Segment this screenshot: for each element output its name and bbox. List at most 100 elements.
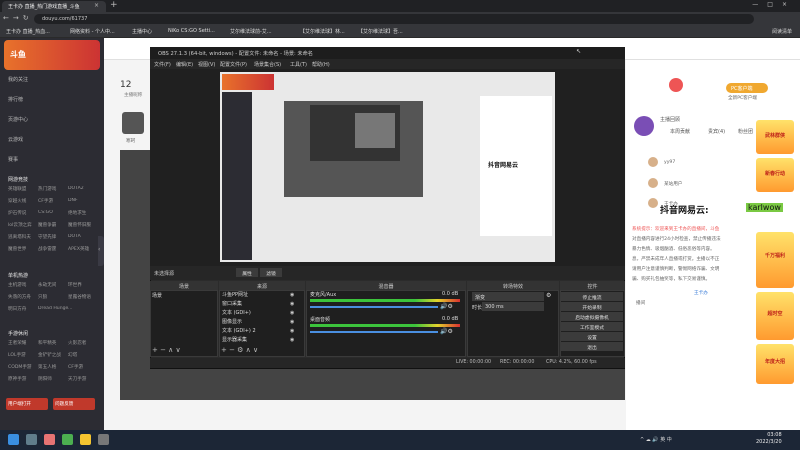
bookmark-item[interactable]: NiKo CS:GO Setti...	[168, 28, 215, 34]
scenes-toolbar[interactable]: + − ∧ ∨	[152, 346, 181, 356]
category-link[interactable]: 王者荣耀	[8, 340, 38, 346]
category-link[interactable]: 失落的方舟	[8, 294, 38, 300]
start-recording-button[interactable]: 开始录制	[561, 302, 623, 311]
category-link[interactable]: 魔兽怀旧服	[68, 222, 98, 228]
sidebar-item-esports[interactable]: 赛事	[8, 156, 18, 163]
eye-icon[interactable]: ◉ ◉ ◉ ◉ ◉ ◉	[290, 291, 294, 345]
category-link[interactable]: DOTA2	[68, 186, 98, 191]
category-link[interactable]: CF手游	[68, 364, 98, 370]
close-tab-icon[interactable]: ×	[94, 2, 99, 9]
pc-client-button[interactable]: PC客户端	[726, 83, 768, 93]
category-link[interactable]: 热门游戏	[38, 186, 68, 192]
sidebar-item-cloudgame[interactable]: 云游戏	[8, 136, 23, 143]
window-controls[interactable]: —□×	[752, 1, 796, 8]
category-link[interactable]: 逃离塔科夫	[8, 234, 38, 240]
obs-icon[interactable]	[98, 434, 109, 445]
category-link[interactable]: ...	[68, 306, 98, 311]
avatar[interactable]	[122, 112, 144, 134]
speaker-icon[interactable]: 🔊⚙	[440, 303, 453, 310]
category-link[interactable]: 守望先锋	[38, 234, 68, 240]
app-icon[interactable]	[62, 434, 73, 445]
rank-user[interactable]: 某站用户	[664, 181, 682, 187]
ad-banner[interactable]: 武林群侠	[756, 120, 794, 154]
volume-slider[interactable]	[310, 306, 438, 308]
bookmark-item[interactable]: 网络资料 - 个人中...	[70, 28, 115, 35]
source-item[interactable]: 文本 (GDI+)	[222, 309, 251, 318]
category-link[interactable]: lol云顶之弈	[8, 222, 38, 228]
tab-review[interactable]: 主播回顾	[660, 116, 680, 123]
menu-scene-collection[interactable]: 场景集合(S)	[254, 61, 281, 68]
steam-icon[interactable]	[26, 434, 37, 445]
chat-user[interactable]: 王卡办	[694, 290, 708, 296]
category-link[interactable]: 环世界	[68, 282, 98, 288]
category-link[interactable]: APEX英雄	[68, 246, 98, 252]
system-tray[interactable]: ^ ☁ 🔊 英 中	[640, 436, 672, 443]
gear-icon[interactable]: ⚙	[546, 292, 551, 299]
category-link[interactable]: 主机游戏	[8, 282, 38, 288]
studio-mode-button[interactable]: 工作室模式	[561, 322, 623, 331]
sidebar-item-follow[interactable]: 我的关注	[8, 76, 28, 83]
category-link[interactable]: 英雄联盟	[8, 186, 38, 192]
virtual-camera-button[interactable]: 启动虚拟摄像机	[561, 312, 623, 321]
scene-item[interactable]: 场景	[152, 292, 162, 301]
menu-tools[interactable]: 工具(T)	[290, 61, 307, 68]
clock[interactable]: 03:08 2022/3/20	[756, 432, 782, 446]
windows-start-icon[interactable]	[8, 434, 19, 445]
client-open-button[interactable]: 用户端打开	[6, 398, 48, 410]
category-link[interactable]: CS:GO	[38, 210, 68, 215]
bookmark-item[interactable]: 【艾尔维法球】林...	[300, 28, 345, 35]
category-link[interactable]: 和平精英	[38, 340, 68, 346]
ad-banner[interactable]: 年度大招	[756, 344, 794, 384]
ad-banner[interactable]: 超时空	[756, 292, 794, 340]
category-link[interactable]: 天刀手游	[68, 376, 98, 382]
menu-edit[interactable]: 编辑(E)	[176, 61, 193, 68]
category-link[interactable]: 穿越火线	[8, 198, 38, 204]
ime-lang[interactable]: 英	[660, 437, 665, 443]
sidebar-item-webgame[interactable]: 页游中心	[8, 116, 28, 123]
app-icon[interactable]	[44, 434, 55, 445]
menu-help[interactable]: 帮助(H)	[312, 61, 330, 68]
sources-toolbar[interactable]: + − ⚙ ∧ ∨	[221, 346, 258, 356]
category-link[interactable]: CODM手游	[8, 364, 38, 370]
bookmark-item[interactable]: 主播中心	[132, 28, 152, 35]
category-link[interactable]: CF手游	[38, 198, 68, 204]
menu-view[interactable]: 视图(V)	[198, 61, 215, 68]
stop-streaming-button[interactable]: 停止推流	[561, 292, 623, 301]
exit-button[interactable]: 退出	[561, 342, 623, 351]
reading-list[interactable]: 阅读清单	[772, 28, 792, 35]
category-link[interactable]: 幻塔	[68, 352, 98, 358]
bookmark-item[interactable]: 【艾尔维法球】吾...	[358, 28, 403, 35]
browser-tab[interactable]: 王卡办 直播_热门游戏直播_斗鱼	[2, 1, 106, 12]
rank-user[interactable]: yy97	[664, 160, 675, 165]
ime-mode[interactable]: 中	[667, 437, 672, 443]
volume-slider[interactable]	[310, 331, 438, 333]
source-item[interactable]: 图像显示	[222, 318, 242, 327]
category-link[interactable]: 明日方舟	[8, 306, 38, 312]
url-input[interactable]: douyu.com/61737	[34, 14, 754, 24]
category-link[interactable]: 魔兽争霸	[38, 222, 68, 228]
feedback-button[interactable]: 问题反馈	[53, 398, 95, 410]
ad-banner[interactable]: 千万福利	[756, 232, 794, 288]
category-link[interactable]: Dread Hunger	[38, 306, 68, 311]
speaker-icon[interactable]: 🔊⚙	[440, 328, 453, 335]
tab-fans[interactable]: 粉丝团	[738, 128, 753, 135]
settings-button[interactable]: 设置	[561, 332, 623, 341]
transition-select[interactable]: 渐变	[472, 292, 544, 301]
menu-profile[interactable]: 配置文件(P)	[220, 61, 247, 68]
source-item[interactable]: 斗鱼PP网址	[222, 291, 248, 300]
category-link[interactable]: 第五人格	[38, 364, 68, 370]
tab-vip[interactable]: 贵宾(4)	[708, 128, 725, 135]
menu-file[interactable]: 文件(F)	[154, 61, 171, 68]
category-link[interactable]: 绝地求生	[68, 210, 98, 216]
category-link[interactable]: 火影忍者	[68, 340, 98, 346]
category-link[interactable]: 永劫无间	[38, 282, 68, 288]
category-link[interactable]: LOL手游	[8, 352, 38, 358]
category-link[interactable]: 战争雷霆	[38, 246, 68, 252]
properties-button[interactable]: 属性	[236, 268, 258, 277]
category-link[interactable]: 原神手游	[8, 376, 38, 382]
ad-banner[interactable]: 新春行动	[756, 158, 794, 192]
category-link[interactable]: DNF	[68, 198, 98, 203]
sidebar-item-rank[interactable]: 排行榜	[8, 96, 23, 103]
site-logo[interactable]: 斗鱼	[4, 40, 100, 70]
bookmark-item[interactable]: 王卡办 直播_热血...	[6, 28, 50, 35]
